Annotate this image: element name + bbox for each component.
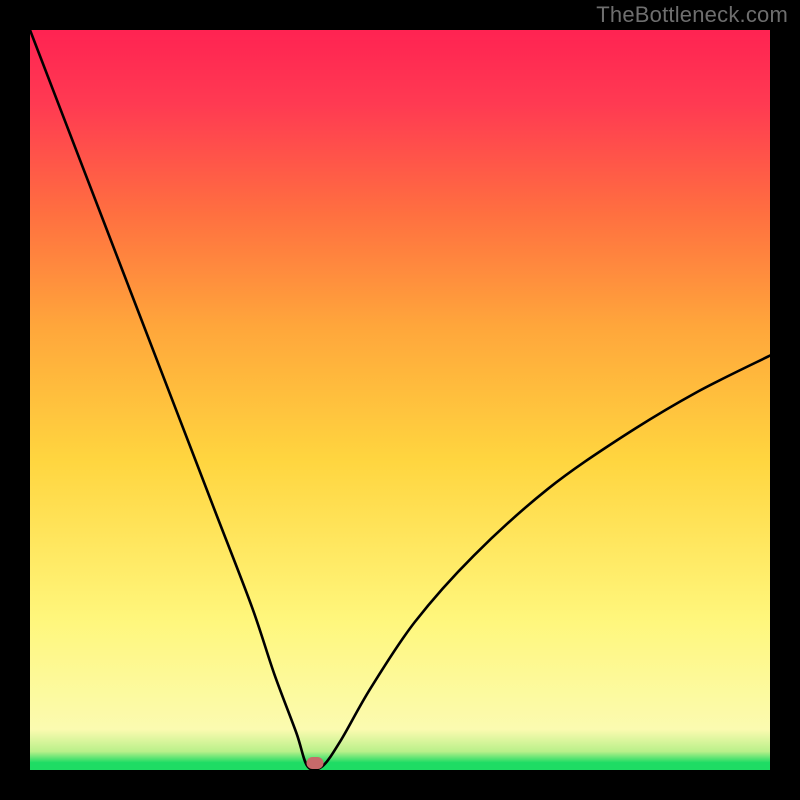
watermark-text: TheBottleneck.com	[596, 2, 788, 28]
optimal-point-marker	[306, 757, 323, 769]
chart-root: TheBottleneck.com	[0, 0, 800, 800]
curve-path	[30, 30, 770, 770]
plot-area	[30, 30, 770, 770]
bottleneck-curve	[30, 30, 770, 770]
